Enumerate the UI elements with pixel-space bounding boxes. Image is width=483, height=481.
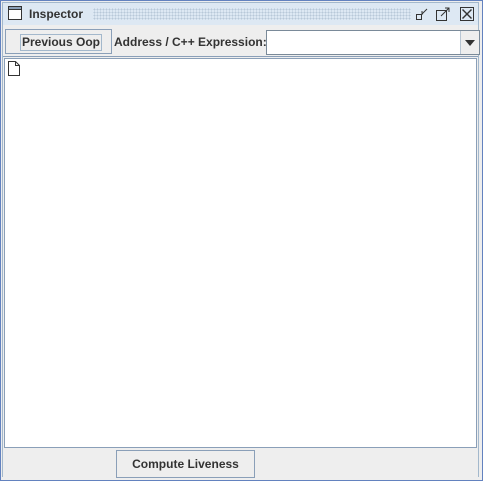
address-combo[interactable]	[266, 30, 480, 55]
bottom-bar: Compute Liveness	[3, 449, 478, 478]
maximize-icon[interactable]	[435, 6, 451, 22]
iconify-icon[interactable]	[414, 6, 430, 22]
compute-liveness-button[interactable]: Compute Liveness	[116, 450, 255, 478]
inspector-tree[interactable]	[4, 58, 477, 448]
chevron-down-icon[interactable]	[460, 31, 479, 54]
close-icon[interactable]	[459, 6, 475, 22]
address-label: Address / C++ Expression:	[114, 35, 267, 49]
window-title: Inspector	[29, 7, 84, 21]
file-icon[interactable]	[8, 61, 20, 76]
previous-oop-button[interactable]: Previous Oop	[5, 29, 112, 54]
title-bar[interactable]: Inspector	[3, 3, 478, 25]
toolbar: Previous Oop Address / C++ Expression:	[3, 28, 480, 57]
title-bar-grip	[93, 8, 411, 20]
address-input[interactable]	[269, 33, 459, 52]
previous-oop-label: Previous Oop	[20, 34, 102, 51]
window-icon	[8, 6, 22, 20]
